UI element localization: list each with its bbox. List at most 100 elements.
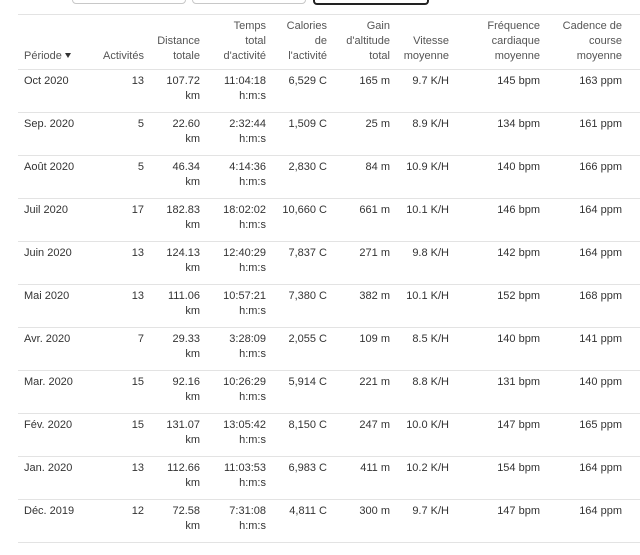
- cell-period: Déc. 2019: [18, 499, 92, 543]
- cell-cadence: 161 ppm: [546, 112, 628, 156]
- cell-elevation: 271 m: [333, 241, 396, 285]
- column-header-label: total: [369, 50, 390, 62]
- table-row[interactable]: Oct 2020 13 107.72 km 11:04:18 h:m:s 6,529 C 16…: [18, 69, 640, 113]
- table-row[interactable]: Août 2020 5 46.34 km 4:14:36 h:m:s 2,830 C 84 m…: [18, 155, 640, 199]
- column-header-cadence[interactable]: Cadence de course moyenne: [546, 15, 628, 70]
- cell-calories: 8,150 C: [272, 413, 333, 457]
- column-header-elevation[interactable]: Gain d'altitude total: [333, 15, 396, 70]
- table-row[interactable]: Avr. 2020 7 29.33 km 3:28:09 h:m:s 2,055 C 109 …: [18, 327, 640, 371]
- table-row[interactable]: Mai 2020 13 111.06 km 10:57:21 h:m:s 7,380 C 38…: [18, 284, 640, 328]
- cell-activities-value: 13: [131, 75, 144, 87]
- column-header-calories[interactable]: Calories de l'activité: [272, 15, 333, 70]
- table-row[interactable]: Déc. 2019 12 72.58 km 7:31:08 h:m:s 4,811 C 300…: [18, 499, 640, 543]
- column-header-period[interactable]: Période: [18, 15, 92, 70]
- column-header-label: Temps: [233, 20, 266, 32]
- cell-speed: 9.7 K/H: [396, 499, 455, 543]
- column-header-label: l'activité: [288, 50, 327, 62]
- cell-overflow: [628, 284, 640, 328]
- cell-time-unit: h:m:s: [239, 176, 266, 188]
- column-header-label: moyenne: [403, 50, 449, 62]
- cell-speed: 10.9 K/H: [396, 155, 455, 199]
- cell-elevation-value: 84 m: [365, 161, 390, 173]
- column-header-time[interactable]: Temps total d'activité: [206, 15, 272, 70]
- cell-speed-value: 10.9 K/H: [406, 161, 449, 173]
- cell-period-value: Avr. 2020: [24, 333, 71, 345]
- column-header-distance[interactable]: Distance totale: [150, 15, 206, 70]
- cell-calories-value: 1,509 C: [288, 118, 327, 130]
- cell-distance-value: 124.13: [166, 247, 200, 259]
- column-header-label: total: [245, 35, 266, 47]
- cell-elevation-value: 411 m: [360, 462, 390, 474]
- cell-time-value: 12:40:29: [223, 247, 266, 259]
- cell-speed: 10.2 K/H: [396, 456, 455, 500]
- cell-calories: 7,380 C: [272, 284, 333, 328]
- cell-speed-value: 10.0 K/H: [406, 419, 449, 431]
- cell-speed-value: 8.5 K/H: [412, 333, 449, 345]
- cell-time-unit: h:m:s: [239, 520, 266, 532]
- table-row[interactable]: Mar. 2020 15 92.16 km 10:26:29 h:m:s 5,914 C 22…: [18, 370, 640, 414]
- table-header-row: Période Activités Distance totale Temps …: [18, 15, 640, 70]
- column-header-label: d'activité: [223, 50, 266, 62]
- column-header-activities[interactable]: Activités: [92, 15, 150, 70]
- cell-distance-value: 111.06: [167, 290, 200, 302]
- cell-distance-value: 131.07: [166, 419, 200, 431]
- cell-heart-rate-value: 140 bpm: [497, 161, 540, 173]
- cell-activities: 13: [92, 284, 150, 328]
- cell-overflow: [628, 456, 640, 500]
- cell-distance-value: 29.33: [172, 333, 200, 345]
- cell-calories: 5,914 C: [272, 370, 333, 414]
- cell-cadence: 165 ppm: [546, 413, 628, 457]
- cell-distance: 131.07 km: [150, 413, 206, 457]
- cell-calories: 6,529 C: [272, 69, 333, 113]
- cell-period: Oct 2020: [18, 69, 92, 113]
- cell-calories: 6,983 C: [272, 456, 333, 500]
- cell-calories-value: 2,830 C: [288, 161, 327, 173]
- cell-elevation-value: 247 m: [359, 419, 390, 431]
- column-header-speed[interactable]: Vitesse moyenne: [396, 15, 455, 70]
- column-header-label: course: [588, 35, 622, 47]
- cell-distance: 72.58 km: [150, 499, 206, 543]
- cell-calories-value: 2,055 C: [288, 333, 327, 345]
- cell-period-value: Juil 2020: [24, 204, 69, 216]
- table-row[interactable]: Juin 2020 13 124.13 km 12:40:29 h:m:s 7,837 C 2…: [18, 241, 640, 285]
- table-row[interactable]: Fév. 2020 15 131.07 km 13:05:42 h:m:s 8,150 C 2…: [18, 413, 640, 457]
- cell-time-unit: h:m:s: [239, 305, 266, 317]
- cell-activities: 13: [92, 69, 150, 113]
- cell-distance-unit: km: [185, 219, 200, 231]
- cell-time-value: 3:28:09: [229, 333, 266, 345]
- cell-period-value: Oct 2020: [24, 75, 69, 87]
- cell-speed: 9.8 K/H: [396, 241, 455, 285]
- column-header-label: moyenne: [576, 50, 622, 62]
- cell-speed-value: 9.7 K/H: [412, 505, 449, 517]
- cell-period: Août 2020: [18, 155, 92, 199]
- cell-elevation: 221 m: [333, 370, 396, 414]
- cell-distance: 107.72 km: [150, 69, 206, 113]
- cell-activities: 7: [92, 327, 150, 371]
- top-toolbar-button-3-selected[interactable]: [313, 0, 429, 5]
- top-toolbar-button-2[interactable]: [192, 0, 306, 4]
- cell-heart-rate-value: 134 bpm: [497, 118, 540, 130]
- top-toolbar-button-1[interactable]: [72, 0, 186, 4]
- cell-calories-value: 7,837 C: [288, 247, 327, 259]
- cell-overflow: [628, 69, 640, 113]
- cell-distance-unit: km: [185, 477, 200, 489]
- column-header-overflow: [628, 15, 640, 70]
- cell-activities-value: 13: [131, 290, 144, 302]
- table-row[interactable]: Juil 2020 17 182.83 km 18:02:02 h:m:s 10,660 C…: [18, 198, 640, 242]
- cell-elevation: 247 m: [333, 413, 396, 457]
- column-header-heart-rate[interactable]: Fréquence cardiaque moyenne: [455, 15, 546, 70]
- cell-speed-value: 8.9 K/H: [412, 118, 449, 130]
- cell-speed-value: 10.2 K/H: [406, 462, 449, 474]
- cell-time-value: 11:03:53: [223, 462, 266, 474]
- cell-period-value: Mai 2020: [24, 290, 70, 302]
- cell-time-value: 2:32:44: [229, 118, 266, 130]
- cell-time-value: 18:02:02: [223, 204, 266, 216]
- cell-period: Juin 2020: [18, 241, 92, 285]
- cell-distance: 112.66 km: [150, 456, 206, 500]
- cell-heart-rate: 147 bpm: [455, 413, 546, 457]
- cell-overflow: [628, 241, 640, 285]
- cell-heart-rate: 147 bpm: [455, 499, 546, 543]
- cell-time: 18:02:02 h:m:s: [206, 198, 272, 242]
- table-row[interactable]: Sep. 2020 5 22.60 km 2:32:44 h:m:s 1,509 C 25 m…: [18, 112, 640, 156]
- table-row[interactable]: Jan. 2020 13 112.66 km 11:03:53 h:m:s 6,983 C 4…: [18, 456, 640, 500]
